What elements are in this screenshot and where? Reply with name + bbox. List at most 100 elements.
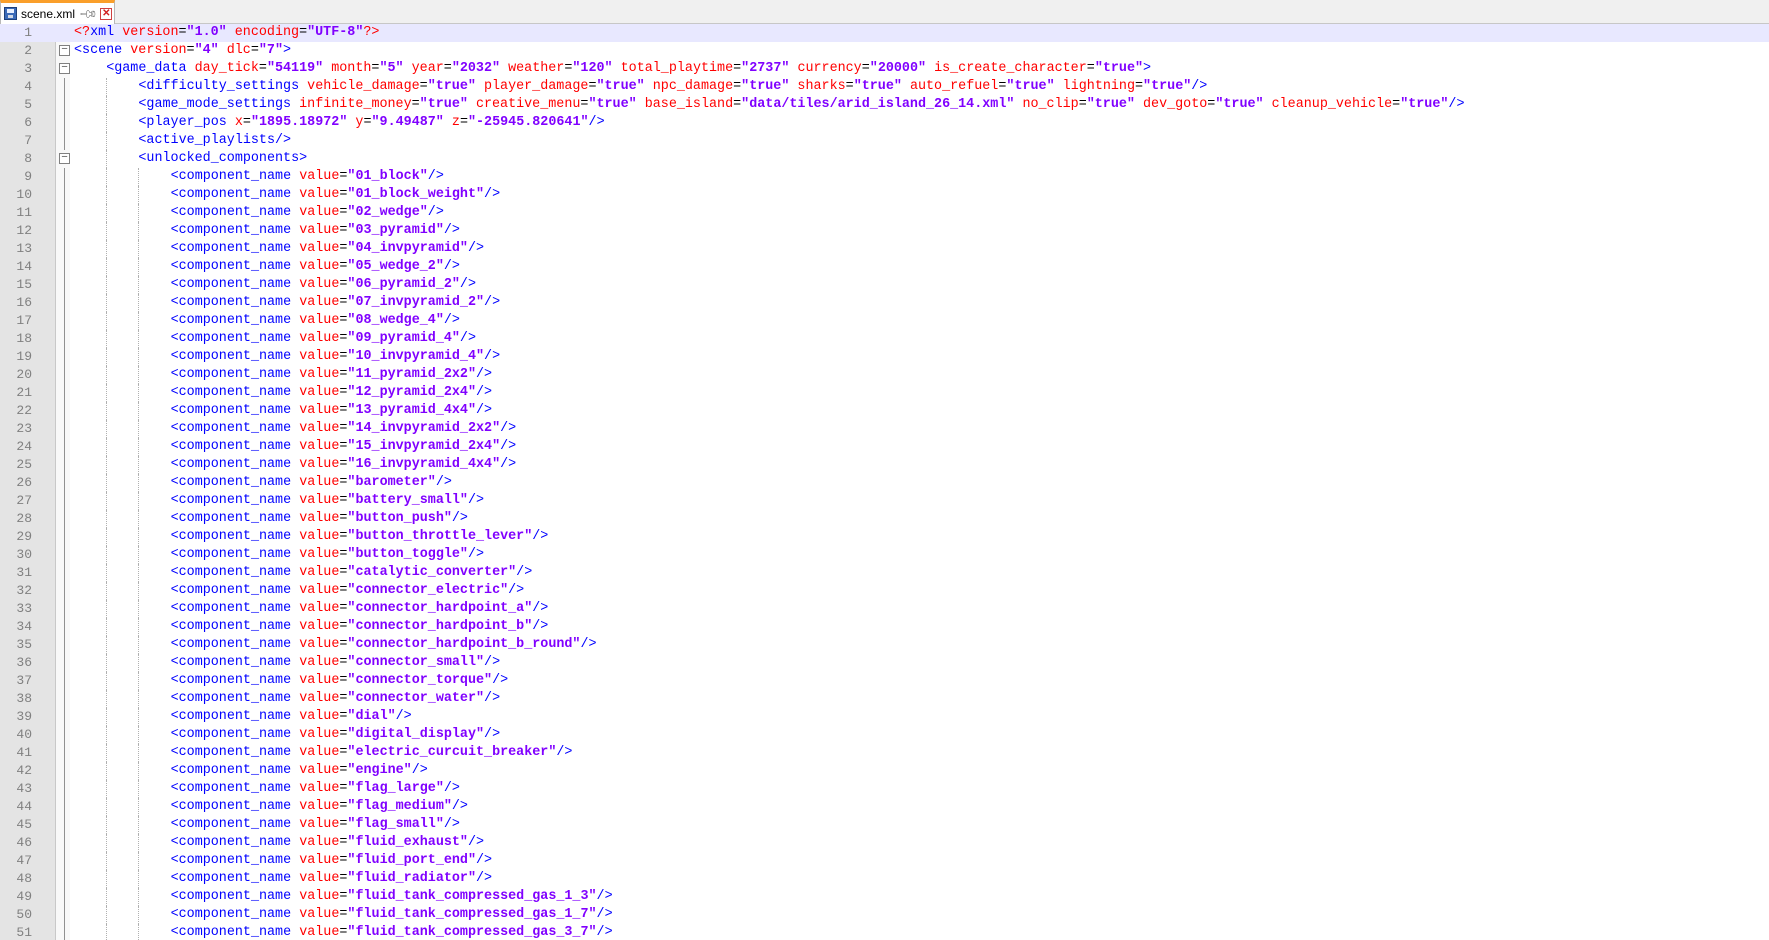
code-text[interactable]: <component_name value="03_pyramid"/> — [171, 222, 460, 240]
code-text[interactable]: <component_name value="09_pyramid_4"/> — [171, 330, 476, 348]
code-text[interactable]: <component_name value="connector_hardpoi… — [171, 600, 549, 618]
code-line[interactable]: 32 <component_name value="connector_elect… — [0, 582, 1769, 600]
code-line[interactable]: 2− <scene version="4" dlc="7"> — [0, 42, 1769, 60]
code-line[interactable]: 38 <component_name value="connector_water… — [0, 690, 1769, 708]
code-text[interactable]: <unlocked_components> — [138, 150, 307, 168]
code-text[interactable]: <component_name value="barometer"/> — [171, 474, 452, 492]
code-text[interactable]: <component_name value="08_wedge_4"/> — [171, 312, 460, 330]
code-text[interactable]: <component_name value="fluid_radiator"/> — [171, 870, 492, 888]
code-text[interactable]: <component_name value="10_invpyramid_4"/… — [171, 348, 501, 366]
code-line[interactable]: 29 <component_name value="button_throttle… — [0, 528, 1769, 546]
code-text[interactable]: <component_name value="dial"/> — [171, 708, 412, 726]
code-line[interactable]: 41 <component_name value="electric_curcui… — [0, 744, 1769, 762]
code-line[interactable]: 34 <component_name value="connector_hardp… — [0, 618, 1769, 636]
code-line[interactable]: 30 <component_name value="button_toggle"/… — [0, 546, 1769, 564]
code-line[interactable]: 4 <difficulty_settings vehicle_damage="tr… — [0, 78, 1769, 96]
code-text[interactable]: <component_name value="digital_display"/… — [171, 726, 501, 744]
code-line[interactable]: 39 <component_name value="dial"/> — [0, 708, 1769, 726]
code-line[interactable]: 11 <component_name value="02_wedge"/> — [0, 204, 1769, 222]
code-text[interactable]: <component_name value="connector_hardpoi… — [171, 618, 549, 636]
code-text[interactable]: <component_name value="05_wedge_2"/> — [171, 258, 460, 276]
code-text[interactable]: <component_name value="01_block"/> — [171, 168, 444, 186]
code-text[interactable]: <player_pos x="1895.18972" y="9.49487" z… — [138, 114, 604, 132]
code-line[interactable]: 33 <component_name value="connector_hardp… — [0, 600, 1769, 618]
code-line[interactable]: 48 <component_name value="fluid_radiator"… — [0, 870, 1769, 888]
code-line[interactable]: 8 − <unlocked_components> — [0, 150, 1769, 168]
pin-icon[interactable]: 📌︎ — [78, 3, 99, 24]
code-text[interactable]: <component_name value="fluid_exhaust"/> — [171, 834, 484, 852]
code-text[interactable]: <difficulty_settings vehicle_damage="tru… — [138, 78, 1207, 96]
code-line[interactable]: 44 <component_name value="flag_medium"/> — [0, 798, 1769, 816]
code-text[interactable]: <component_name value="fluid_tank_compre… — [171, 924, 613, 940]
code-text[interactable]: <component_name value="02_wedge"/> — [171, 204, 444, 222]
code-line[interactable]: 51 <component_name value="fluid_tank_comp… — [0, 924, 1769, 940]
code-text[interactable]: <scene version="4" dlc="7"> — [74, 42, 291, 60]
fold-toggle-icon[interactable]: − — [59, 45, 70, 56]
code-text[interactable]: <component_name value="button_toggle"/> — [171, 546, 484, 564]
code-text[interactable]: <component_name value="01_block_weight"/… — [171, 186, 501, 204]
code-line[interactable]: 40 <component_name value="digital_display… — [0, 726, 1769, 744]
code-line[interactable]: 42 <component_name value="engine"/> — [0, 762, 1769, 780]
code-line[interactable]: 17 <component_name value="08_wedge_4"/> — [0, 312, 1769, 330]
code-line[interactable]: 10 <component_name value="01_block_weight… — [0, 186, 1769, 204]
code-line[interactable]: 24 <component_name value="15_invpyramid_2… — [0, 438, 1769, 456]
code-text[interactable]: <component_name value="connector_electri… — [171, 582, 525, 600]
code-text[interactable]: <component_name value="13_pyramid_4x4"/> — [171, 402, 492, 420]
code-line[interactable]: 45 <component_name value="flag_small"/> — [0, 816, 1769, 834]
code-text[interactable]: <component_name value="12_pyramid_2x4"/> — [171, 384, 492, 402]
code-line[interactable]: 16 <component_name value="07_invpyramid_2… — [0, 294, 1769, 312]
code-text[interactable]: <component_name value="connector_hardpoi… — [171, 636, 597, 654]
code-line[interactable]: 26 <component_name value="barometer"/> — [0, 474, 1769, 492]
code-line[interactable]: 47 <component_name value="fluid_port_end"… — [0, 852, 1769, 870]
fold-toggle-icon[interactable]: − — [59, 63, 70, 74]
code-line[interactable]: 7 <active_playlists/> — [0, 132, 1769, 150]
code-text[interactable]: <component_name value="fluid_tank_compre… — [171, 906, 613, 924]
code-line[interactable]: 22 <component_name value="13_pyramid_4x4"… — [0, 402, 1769, 420]
code-line[interactable]: 15 <component_name value="06_pyramid_2"/> — [0, 276, 1769, 294]
code-line[interactable]: 36 <component_name value="connector_small… — [0, 654, 1769, 672]
code-line[interactable]: 20 <component_name value="11_pyramid_2x2"… — [0, 366, 1769, 384]
code-line[interactable]: 35 <component_name value="connector_hardp… — [0, 636, 1769, 654]
code-text[interactable]: <component_name value="flag_medium"/> — [171, 798, 468, 816]
code-line[interactable]: 1 <?xml version="1.0" encoding="UTF-8"?> — [0, 24, 1769, 42]
code-text[interactable]: <component_name value="button_throttle_l… — [171, 528, 549, 546]
fold-toggle-icon[interactable]: − — [59, 153, 70, 164]
code-text[interactable]: <component_name value="fluid_port_end"/> — [171, 852, 492, 870]
code-text[interactable]: <component_name value="16_invpyramid_4x4… — [171, 456, 517, 474]
code-line[interactable]: 5 <game_mode_settings infinite_money="tru… — [0, 96, 1769, 114]
code-text[interactable]: <component_name value="flag_large"/> — [171, 780, 460, 798]
code-line[interactable]: 18 <component_name value="09_pyramid_4"/> — [0, 330, 1769, 348]
code-text[interactable]: <component_name value="connector_small"/… — [171, 654, 501, 672]
code-line[interactable]: 23 <component_name value="14_invpyramid_2… — [0, 420, 1769, 438]
code-text[interactable]: <component_name value="06_pyramid_2"/> — [171, 276, 476, 294]
code-text[interactable]: <component_name value="04_invpyramid"/> — [171, 240, 484, 258]
code-line[interactable]: 3− <game_data day_tick="54119" month="5" … — [0, 60, 1769, 78]
code-text[interactable]: <component_name value="07_invpyramid_2"/… — [171, 294, 501, 312]
code-text[interactable]: <component_name value="fluid_tank_compre… — [171, 888, 613, 906]
code-line[interactable]: 43 <component_name value="flag_large"/> — [0, 780, 1769, 798]
close-icon[interactable]: ✕ — [100, 7, 113, 20]
code-line[interactable]: 12 <component_name value="03_pyramid"/> — [0, 222, 1769, 240]
code-lines[interactable]: 1 <?xml version="1.0" encoding="UTF-8"?> 2… — [0, 24, 1769, 940]
code-line[interactable]: 19 <component_name value="10_invpyramid_4… — [0, 348, 1769, 366]
code-text[interactable]: <component_name value="flag_small"/> — [171, 816, 460, 834]
code-text[interactable]: <game_mode_settings infinite_money="true… — [138, 96, 1464, 114]
code-text[interactable]: <component_name value="catalytic_convert… — [171, 564, 533, 582]
code-line[interactable]: 37 <component_name value="connector_torqu… — [0, 672, 1769, 690]
code-line[interactable]: 28 <component_name value="button_push"/> — [0, 510, 1769, 528]
code-line[interactable]: 49 <component_name value="fluid_tank_comp… — [0, 888, 1769, 906]
code-line[interactable]: 14 <component_name value="05_wedge_2"/> — [0, 258, 1769, 276]
code-text[interactable]: <component_name value="11_pyramid_2x2"/> — [171, 366, 492, 384]
code-editor[interactable]: 1 <?xml version="1.0" encoding="UTF-8"?> 2… — [0, 24, 1769, 940]
code-text[interactable]: <component_name value="connector_water"/… — [171, 690, 501, 708]
code-line[interactable]: 27 <component_name value="battery_small"/… — [0, 492, 1769, 510]
code-line[interactable]: 31 <component_name value="catalytic_conve… — [0, 564, 1769, 582]
code-text[interactable]: <game_data day_tick="54119" month="5" ye… — [106, 60, 1151, 78]
code-text[interactable]: <active_playlists/> — [138, 132, 291, 150]
code-text[interactable]: <component_name value="battery_small"/> — [171, 492, 484, 510]
code-line[interactable]: 6 <player_pos x="1895.18972" y="9.49487" … — [0, 114, 1769, 132]
code-line[interactable]: 50 <component_name value="fluid_tank_comp… — [0, 906, 1769, 924]
code-text[interactable]: <component_name value="connector_torque"… — [171, 672, 509, 690]
code-text[interactable]: <component_name value="14_invpyramid_2x2… — [171, 420, 517, 438]
code-text[interactable]: <?xml version="1.0" encoding="UTF-8"?> — [74, 24, 379, 42]
